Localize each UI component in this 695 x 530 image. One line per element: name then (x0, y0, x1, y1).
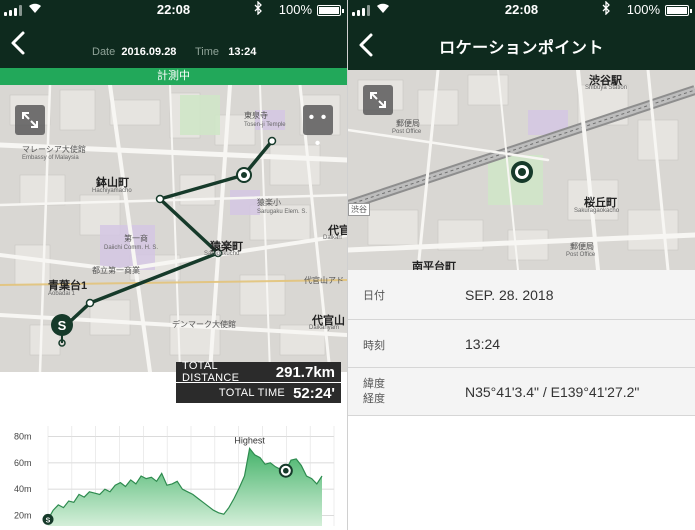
header: Date 2016.09.28 Time 13:24 (0, 20, 347, 68)
start-marker-label: S (58, 318, 67, 333)
current-location-dot (241, 172, 247, 178)
more-options-button[interactable]: • • • (303, 105, 333, 152)
latlng-key: 緯度 経度 (363, 377, 385, 407)
info-row-date: 日付 SEP. 28. 2018 (348, 270, 695, 320)
expand-map-button[interactable] (363, 85, 393, 115)
time-value: 13:24 (228, 46, 257, 58)
time-value: 13:24 (465, 336, 501, 352)
map-label: 郵便局 (396, 119, 420, 128)
start-dot-label: S (46, 517, 51, 524)
map-label: デンマーク大使館 (172, 320, 236, 329)
route-point[interactable] (267, 136, 277, 146)
map-label: Daiichi Comm. H. S. (104, 245, 159, 251)
map-label: Aobadai 1 (48, 291, 76, 297)
map-label: Sarugaku Elem. S. (257, 209, 308, 215)
battery-icon (317, 5, 344, 16)
longitude-key: 経度 (363, 393, 385, 405)
expand-icon (22, 112, 38, 128)
chart-start-marker: S (42, 513, 54, 525)
total-time-value: 52:24' (293, 384, 335, 402)
time-display: Time 13:24 (195, 46, 256, 58)
elevation-chart-svg: 20m 40m 60m 80m Highest S (14, 426, 335, 526)
time-label: Time (195, 46, 220, 58)
y-tick-label: 40m (14, 484, 32, 494)
expand-icon (370, 92, 386, 108)
map-label: Tosen-ji Temple (244, 122, 286, 128)
y-tick-label: 60m (14, 458, 32, 468)
time-key: 時刻 (363, 340, 385, 352)
date-display: Date 2016.09.28 (92, 46, 176, 58)
map-label: Embassy of Malaysia (22, 155, 79, 161)
map-label: Hachiyamacho (92, 188, 132, 194)
date-label: Date (92, 46, 116, 58)
chevron-left-icon (11, 31, 25, 55)
page-title: ロケーションポイント (439, 40, 604, 57)
map-label: Post Office (392, 129, 422, 135)
map-label: 南平台町 (412, 261, 456, 270)
map-label: マレーシア大使館 (22, 145, 86, 154)
highest-annotation: Highest (234, 435, 265, 445)
expand-map-button[interactable] (15, 105, 45, 135)
latlng-value: N35°41'3.4" / E139°41'27.2" (465, 384, 640, 400)
map-label: 猿楽小 (257, 198, 281, 207)
marker-ring (283, 467, 289, 474)
map-label: 東泉寺 (244, 111, 268, 120)
map-label: 郵便局 (570, 242, 594, 251)
date-value: SEP. 28. 2018 (465, 287, 554, 303)
total-distance-value: 291.7km (275, 363, 335, 381)
header: ロケーションポイント (348, 20, 695, 70)
info-row-time: 時刻 13:24 (348, 320, 695, 368)
location-map[interactable]: 渋谷駅 Shibuya Station 郵便局 Post Office 桜丘町 … (348, 70, 695, 270)
map-label: 都立第一商業 (92, 266, 140, 275)
current-position-marker[interactable] (278, 463, 293, 478)
battery-percent: 100% (626, 2, 660, 17)
battery-percent: 100% (278, 2, 312, 17)
latitude-key: 緯度 (363, 378, 385, 390)
y-tick-label: 20m (14, 510, 32, 520)
location-info-table: 日付 SEP. 28. 2018 時刻 13:24 緯度 経度 N35°41'3… (348, 270, 695, 416)
location-point-screen: 22:08 100% ロケーションポイント 渋谷駅 Shibuya Statio… (348, 0, 695, 530)
y-tick-label: 80m (14, 432, 32, 442)
activity-screen: 22:08 100% Date 2016.09.28 Time 13:24 計測… (0, 0, 347, 530)
total-time-panel: TOTAL TIME 52:24' (176, 383, 341, 403)
route-map[interactable]: S マレーシア大使館 Embassy of Malaysia 鉢山町 Hachi… (0, 85, 347, 372)
map-label: 第一商 (124, 234, 148, 243)
rail-badge: 渋谷 (348, 203, 370, 216)
map-label: Sakuragaokacho (574, 208, 620, 214)
bluetooth-icon (254, 0, 263, 18)
elevation-chart: 20m 40m 60m 80m Highest S (0, 418, 347, 530)
route-point[interactable] (85, 298, 95, 308)
info-row-latlng: 緯度 経度 N35°41'3.4" / E139°41'27.2" (348, 368, 695, 416)
total-time-label: TOTAL TIME (218, 387, 286, 399)
bluetooth-icon (602, 0, 611, 18)
total-distance-panel: TOTAL DISTANCE 291.7km (176, 360, 341, 384)
status-bar: 22:08 100% (0, 0, 347, 20)
route-point[interactable] (155, 194, 165, 204)
total-distance-label: TOTAL DISTANCE (182, 360, 240, 384)
map-label: Daikanyam (309, 325, 340, 331)
location-marker[interactable] (508, 158, 536, 186)
date-value: 2016.09.28 (121, 46, 177, 58)
map-label: Post Office (566, 252, 596, 258)
map-label: Sarugakucho (204, 251, 240, 257)
back-button[interactable] (6, 28, 30, 58)
date-key: 日付 (363, 290, 385, 302)
map-label: Shibuya Station (585, 85, 628, 91)
map-label: 代官山アド (304, 276, 344, 285)
battery-icon (665, 5, 692, 16)
map-label: Daikan (323, 235, 342, 241)
status-bar: 22:08 100% (348, 0, 695, 20)
measuring-banner: 計測中 (0, 68, 347, 85)
elevation-area (48, 448, 322, 526)
